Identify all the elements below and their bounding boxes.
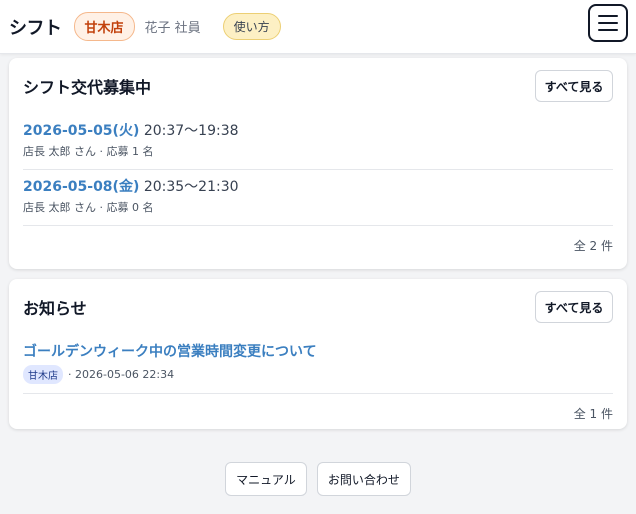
card-header: シフト交代募集中 すべて見る	[23, 58, 613, 114]
app-brand[interactable]: シフト	[9, 14, 62, 40]
see-all-button[interactable]: すべて見る	[535, 291, 613, 323]
shift-meta: 店長 太郎 さん · 応募 1 名	[23, 145, 154, 158]
shift-swap-row[interactable]: 2026-05-05(火) 20:37〜19:38 店長 太郎 さん · 応募 …	[23, 114, 613, 170]
shift-swap-row[interactable]: 2026-05-08(金) 20:35〜21:30 店長 太郎 さん · 応募 …	[23, 170, 613, 226]
card-title: シフト交代募集中	[23, 78, 152, 97]
item-count: 全 1 件	[573, 406, 613, 421]
item-count: 全 2 件	[573, 238, 613, 253]
news-timestamp: · 2026-05-06 22:34	[68, 368, 175, 381]
shift-datetime: 2026-05-08(金) 20:35〜21:30	[23, 176, 613, 198]
card-header: お知らせ すべて見る	[23, 279, 613, 335]
news-card: お知らせ すべて見る ゴールデンウィーク中の営業時間変更について 甘木店 · 2…	[9, 279, 627, 429]
shift-time: 20:37〜19:38	[143, 123, 239, 139]
menu-bar	[598, 29, 618, 31]
shift-time: 20:35〜21:30	[143, 179, 239, 195]
shift-swap-card: シフト交代募集中 すべて見る 2026-05-05(火) 20:37〜19:38…	[9, 58, 627, 269]
card-title: お知らせ	[23, 299, 87, 318]
menu-bar	[598, 15, 618, 17]
news-meta: 甘木店 · 2026-05-06 22:34	[23, 365, 613, 384]
store-badge[interactable]: 甘木店	[73, 12, 135, 41]
contact-button[interactable]: お問い合わせ	[316, 462, 411, 496]
user-name: 花子 社員	[144, 21, 201, 36]
shift-date-link[interactable]: 2026-05-08(金)	[23, 179, 139, 195]
footer-links: マニュアル お問い合わせ	[0, 462, 636, 496]
app-header: シフト 甘木店 花子 社員 使い方	[0, 0, 636, 54]
shift-datetime: 2026-05-05(火) 20:37〜19:38	[23, 120, 613, 142]
hamburger-menu-icon[interactable]	[588, 4, 628, 42]
news-row[interactable]: ゴールデンウィーク中の営業時間変更について 甘木店 · 2026-05-06 2…	[23, 335, 613, 394]
manual-button[interactable]: マニュアル	[225, 462, 307, 496]
shift-meta: 店長 太郎 さん · 応募 0 名	[23, 201, 154, 214]
help-button[interactable]: 使い方	[222, 13, 281, 40]
menu-bar	[598, 22, 618, 24]
news-store-badge: 甘木店	[23, 365, 63, 384]
news-title-link[interactable]: ゴールデンウィーク中の営業時間変更について	[23, 341, 613, 363]
see-all-button[interactable]: すべて見る	[535, 70, 613, 102]
shift-date-link[interactable]: 2026-05-05(火)	[23, 123, 139, 139]
